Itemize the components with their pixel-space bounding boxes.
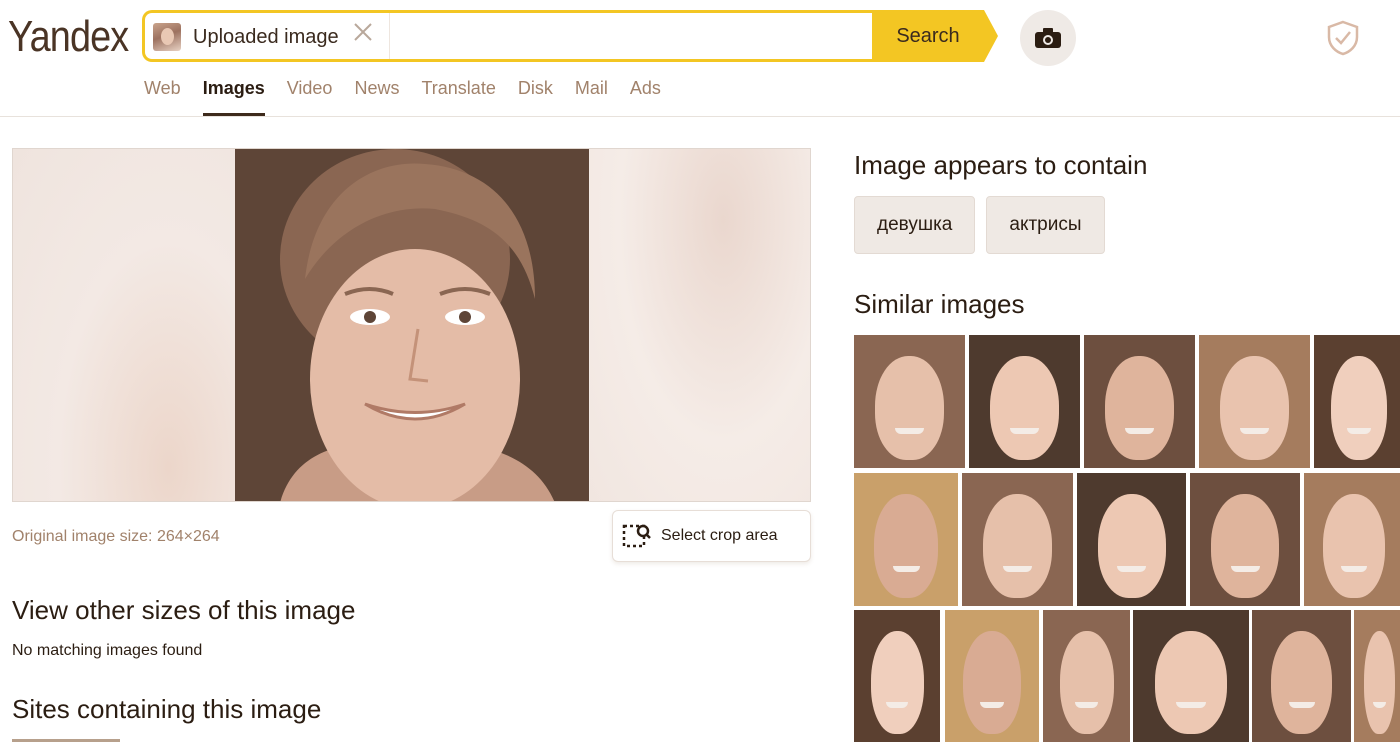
- similar-image-thumbnail[interactable]: [1133, 610, 1249, 742]
- uploaded-image-thumbnail: [153, 23, 181, 51]
- uploaded-image-preview[interactable]: [12, 148, 811, 502]
- nav-images[interactable]: Images: [202, 76, 265, 116]
- no-matching-text: No matching images found: [12, 642, 203, 659]
- similar-image-thumbnail[interactable]: [854, 473, 958, 606]
- image-blur-right: [590, 149, 810, 501]
- nav-disk[interactable]: Disk: [518, 76, 553, 116]
- uploaded-image-label: Uploaded image: [193, 25, 339, 48]
- tag-button[interactable]: девушка: [854, 196, 976, 254]
- similar-image-thumbnail[interactable]: [854, 610, 940, 742]
- sites-heading: Sites containing this image: [12, 694, 322, 724]
- search-box[interactable]: Uploaded image: [142, 10, 872, 62]
- similar-image-thumbnail[interactable]: [1199, 335, 1310, 468]
- similar-image-thumbnail[interactable]: [945, 610, 1039, 742]
- select-crop-area-button[interactable]: Select crop area: [612, 510, 811, 562]
- crop-button-label: Select crop area: [661, 527, 778, 544]
- close-icon[interactable]: [352, 21, 374, 43]
- similar-images-grid: [854, 335, 1400, 742]
- similar-image-thumbnail[interactable]: [969, 335, 1080, 468]
- service-nav: Web Images Video News Translate Disk Mai…: [144, 76, 683, 116]
- similar-image-thumbnail[interactable]: [854, 335, 965, 468]
- similar-image-thumbnail[interactable]: [1084, 335, 1195, 468]
- crop-icon: [622, 524, 651, 548]
- yandex-logo[interactable]: Yandex: [8, 12, 129, 62]
- shield-check-icon[interactable]: [1326, 20, 1360, 56]
- search-button[interactable]: Search: [872, 10, 984, 62]
- tag-list: девушка актрисы: [854, 196, 1116, 254]
- similar-image-thumbnail[interactable]: [1314, 335, 1400, 468]
- nav-web[interactable]: Web: [144, 76, 181, 116]
- camera-icon: [1035, 28, 1061, 48]
- similar-images-heading: Similar images: [854, 289, 1025, 319]
- contains-heading: Image appears to contain: [854, 150, 1148, 180]
- search-divider: [389, 13, 390, 59]
- camera-search-button[interactable]: [1020, 10, 1076, 66]
- tag-button[interactable]: актрисы: [986, 196, 1105, 254]
- similar-image-thumbnail[interactable]: [1354, 610, 1400, 742]
- uploaded-photo: [235, 149, 589, 501]
- face-photo: [235, 149, 589, 501]
- nav-mail[interactable]: Mail: [575, 76, 608, 116]
- nav-video[interactable]: Video: [287, 76, 333, 116]
- uploaded-image-chip[interactable]: Uploaded image: [153, 21, 339, 53]
- header: Yandex Uploaded image Search Web Images …: [0, 0, 1400, 117]
- similar-image-thumbnail[interactable]: [1190, 473, 1300, 606]
- similar-image-thumbnail[interactable]: [1304, 473, 1400, 606]
- original-image-size: Original image size: 264×264: [12, 528, 220, 545]
- image-blur-left: [13, 149, 235, 501]
- nav-translate[interactable]: Translate: [421, 76, 495, 116]
- similar-image-thumbnail[interactable]: [962, 473, 1073, 606]
- nav-ads[interactable]: Ads: [630, 76, 661, 116]
- nav-news[interactable]: News: [354, 76, 399, 116]
- other-sizes-heading: View other sizes of this image: [12, 595, 356, 625]
- search-button-arrow: [984, 10, 998, 62]
- similar-image-thumbnail[interactable]: [1043, 610, 1130, 742]
- similar-image-thumbnail[interactable]: [1077, 473, 1186, 606]
- similar-image-thumbnail[interactable]: [1252, 610, 1351, 742]
